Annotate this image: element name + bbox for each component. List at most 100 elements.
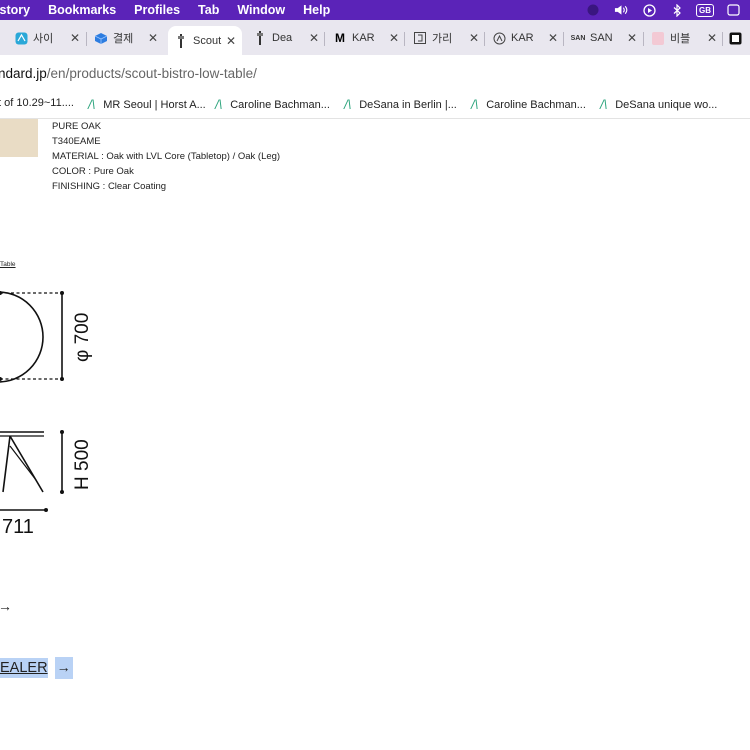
spec-material: MATERIAL : Oak with LVL Core (Tabletop) … bbox=[52, 151, 281, 162]
lamp-icon bbox=[253, 31, 267, 45]
bookmark-item[interactable]: /\ Caroline Bachman... bbox=[215, 97, 330, 112]
technical-drawing: φ 700 H 500 711 bbox=[0, 291, 93, 538]
account-icon[interactable] bbox=[586, 3, 600, 17]
close-icon[interactable]: ✕ bbox=[627, 31, 637, 45]
tab-label: 사이 bbox=[33, 33, 54, 45]
height-label: H 500 bbox=[72, 439, 93, 490]
tab-9[interactable]: 비블 ✕ bbox=[651, 25, 717, 51]
bookmark-label: t of 10.29~11.... bbox=[0, 97, 74, 109]
badge-icon bbox=[492, 31, 506, 45]
tab-label: KAR bbox=[352, 32, 375, 44]
tab-label: Dea bbox=[272, 32, 293, 44]
keyboard-badge: GB bbox=[696, 3, 714, 17]
tab-separator bbox=[484, 32, 485, 46]
spec-finishing: FINISHING : Clear Coating bbox=[52, 181, 167, 192]
tab-label: 결제 bbox=[113, 33, 134, 45]
bookmark-item[interactable]: /\ MR Seoul | Horst A... bbox=[88, 97, 206, 112]
dealer-link[interactable]: EALER → bbox=[0, 657, 73, 679]
tab-6[interactable]: 가리 ✕ bbox=[413, 25, 479, 51]
tab-1[interactable]: 사이 ✕ bbox=[14, 25, 80, 51]
address-bar[interactable]: ndard.jp/en/products/scout-bistro-low-ta… bbox=[0, 55, 750, 90]
tab-3-active[interactable]: Scout ✕ bbox=[168, 26, 242, 55]
bookmark-label: Caroline Bachman... bbox=[486, 98, 586, 111]
bluetooth-icon[interactable] bbox=[670, 3, 684, 17]
close-icon[interactable]: ✕ bbox=[469, 31, 479, 45]
bookmark-label: DeSana unique wo... bbox=[615, 98, 718, 111]
tab-4[interactable]: Dea ✕ bbox=[253, 25, 319, 51]
bookmarks-bar: t of 10.29~11.... /\ MR Seoul | Horst A.… bbox=[0, 90, 750, 119]
bookmark-icon: /\ bbox=[88, 97, 96, 112]
url-text[interactable]: ndard.jp/en/products/scout-bistro-low-ta… bbox=[0, 66, 257, 81]
close-icon[interactable]: ✕ bbox=[309, 31, 319, 45]
square-icon bbox=[728, 31, 742, 45]
bookmark-icon: /\ bbox=[600, 97, 608, 112]
bookmark-item[interactable]: /\ Caroline Bachman... bbox=[471, 97, 586, 112]
keyboard-icon[interactable]: GB bbox=[696, 3, 714, 17]
menu-items: History Bookmarks Profiles Tab Window He… bbox=[0, 3, 348, 17]
status-icons: GB bbox=[586, 0, 740, 20]
bookmark-label: MR Seoul | Horst A... bbox=[103, 98, 206, 111]
tab-label: SAN bbox=[590, 32, 613, 44]
app-icon bbox=[14, 31, 28, 45]
spec-code: T340EAME bbox=[52, 136, 101, 147]
bookmark-item[interactable]: /\ DeSana in Berlin |... bbox=[344, 97, 457, 112]
pink-icon bbox=[651, 31, 665, 45]
tab-separator bbox=[563, 32, 564, 46]
play-icon[interactable] bbox=[642, 3, 656, 17]
product-thumbnail[interactable] bbox=[0, 119, 38, 157]
arrow-link[interactable]: → bbox=[0, 598, 12, 614]
menu-bookmarks[interactable]: Bookmarks bbox=[48, 3, 116, 17]
control-center-icon[interactable] bbox=[726, 3, 740, 17]
arrow-right-icon[interactable]: → bbox=[54, 657, 73, 679]
bookmark-item[interactable]: /\ DeSana unique wo... bbox=[600, 97, 717, 112]
volume-icon[interactable] bbox=[614, 3, 628, 17]
tab-5[interactable]: M KAR ✕ bbox=[333, 25, 399, 51]
bookmark-label: DeSana in Berlin |... bbox=[359, 98, 457, 111]
menu-tab[interactable]: Tab bbox=[198, 3, 219, 17]
cube-icon bbox=[94, 31, 108, 45]
diameter-label: φ 700 bbox=[72, 313, 93, 362]
menu-history[interactable]: History bbox=[0, 3, 30, 17]
tab-strip: 사이 ✕ 결제 ✕ Scout ✕ Dea ✕ M KAR ✕ 가리 ✕ KAR… bbox=[0, 20, 750, 55]
tab-separator bbox=[404, 32, 405, 46]
menu-window[interactable]: Window bbox=[237, 3, 285, 17]
bookmark-icon: /\ bbox=[344, 97, 352, 112]
tab-2[interactable]: 결제 ✕ bbox=[94, 25, 158, 51]
menu-help[interactable]: Help bbox=[303, 3, 330, 17]
lamp-icon bbox=[174, 33, 188, 48]
dealer-label[interactable]: EALER bbox=[0, 658, 48, 678]
bookmark-label: Caroline Bachman... bbox=[230, 98, 330, 111]
menu-bar: History Bookmarks Profiles Tab Window He… bbox=[0, 0, 750, 20]
tab-label: Scout bbox=[193, 34, 222, 47]
bracket-icon bbox=[413, 31, 427, 45]
tab-separator bbox=[722, 32, 723, 46]
bookmark-icon: /\ bbox=[471, 97, 479, 112]
close-icon[interactable]: ✕ bbox=[707, 31, 717, 45]
tab-separator bbox=[324, 32, 325, 46]
tab-label: KAR bbox=[511, 32, 534, 44]
bookmark-item[interactable]: t of 10.29~11.... bbox=[0, 97, 74, 109]
spec-finish: PURE OAK bbox=[52, 121, 102, 132]
table-leg bbox=[9, 435, 44, 493]
bookmark-icon: /\ bbox=[215, 97, 223, 112]
sanu-icon: SAN bbox=[571, 34, 586, 42]
tab-10[interactable] bbox=[728, 25, 750, 51]
menu-profiles[interactable]: Profiles bbox=[134, 3, 180, 17]
url-path: /en/products/scout-bistro-low-table/ bbox=[46, 66, 257, 81]
m-logo-icon: M bbox=[335, 31, 345, 45]
close-icon[interactable]: ✕ bbox=[548, 31, 558, 45]
tab-separator bbox=[86, 32, 87, 46]
close-icon[interactable]: ✕ bbox=[389, 31, 399, 45]
tab-label: 비블 bbox=[670, 33, 691, 45]
table-leg bbox=[2, 435, 11, 493]
tab-label: 가리 bbox=[432, 33, 453, 45]
close-icon[interactable]: ✕ bbox=[70, 31, 80, 45]
close-icon[interactable]: ✕ bbox=[226, 34, 236, 48]
tabletop-circle bbox=[0, 291, 44, 383]
spec-color: COLOR : Pure Oak bbox=[52, 166, 134, 177]
tab-8[interactable]: SAN SAN ✕ bbox=[571, 25, 637, 51]
tab-7[interactable]: KAR ✕ bbox=[492, 25, 558, 51]
table-link[interactable]: Table bbox=[0, 261, 16, 268]
width-label: 711 bbox=[2, 516, 34, 538]
close-icon[interactable]: ✕ bbox=[148, 31, 158, 45]
